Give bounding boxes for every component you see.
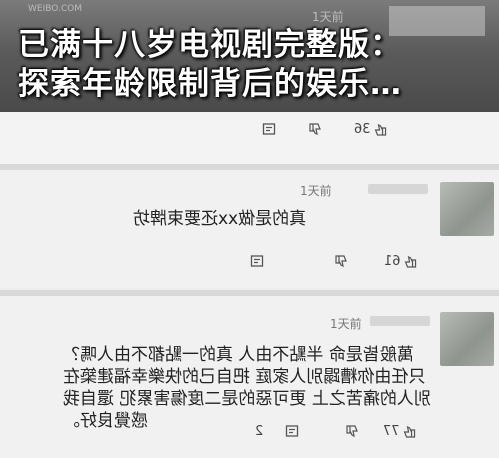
reply-button[interactable] (285, 424, 299, 438)
reply-icon (285, 424, 299, 438)
comment-text: 真的是做xx还要束牌坊 (133, 209, 307, 229)
username[interactable] (368, 184, 428, 194)
comment-actions: 2 77 (255, 424, 445, 444)
dislike-button[interactable] (345, 424, 359, 438)
list-item: 1天前 真的是做xx还要束牌坊 61 (0, 170, 499, 288)
reply-icon (250, 254, 264, 268)
comment-action-bar: 36 (0, 112, 499, 164)
page-title: 已满十八岁电视剧完整版： 探索年龄限制背后的娱乐… (18, 26, 488, 104)
thumbs-down-icon (345, 424, 359, 438)
headline-line-1: 已满十八岁电视剧完整版： (18, 27, 402, 63)
reply-count-button[interactable]: 2 (255, 424, 263, 439)
username[interactable] (370, 316, 430, 326)
comment-actions: 36 (262, 122, 452, 142)
like-button[interactable]: 77 (383, 424, 417, 439)
comment-actions: 61 (250, 254, 440, 274)
like-count: 77 (383, 424, 400, 439)
headline-line-2: 探索年龄限制背后的娱乐… (18, 66, 402, 102)
thumbs-down-icon (308, 122, 322, 136)
like-button[interactable]: 36 (354, 122, 388, 137)
like-count: 36 (354, 122, 371, 137)
reply-button[interactable] (250, 254, 264, 268)
watermark: WEIBO.COM (28, 4, 82, 14)
comment-time: 1天前 (312, 10, 344, 24)
avatar[interactable] (440, 182, 494, 236)
comment-time: 1天前 (300, 184, 332, 198)
thumbs-up-icon (403, 425, 417, 439)
thumbs-down-icon (334, 254, 348, 268)
like-button[interactable]: 61 (384, 254, 418, 269)
thumbs-up-icon (374, 123, 388, 137)
dislike-button[interactable] (308, 122, 322, 136)
reply-count: 2 (255, 424, 264, 439)
comment-time: 1天前 (330, 317, 362, 331)
comment-screen: WEIBO.COM 1天前 已满十八岁电视剧完整版： 探索年龄限制背后的娱乐… (0, 0, 499, 458)
avatar[interactable] (440, 312, 494, 366)
reply-icon (262, 122, 276, 136)
thumbs-up-icon (404, 255, 418, 269)
dislike-button[interactable] (334, 254, 348, 268)
reply-button[interactable] (262, 122, 276, 136)
headline-banner: WEIBO.COM 1天前 已满十八岁电视剧完整版： 探索年龄限制背后的娱乐… (0, 0, 499, 112)
list-item: 1天前 萬般皆是命 半點不由人 真的一點都不由人嗎？ 只任由你糟蹋別人家庭 把自… (0, 296, 499, 458)
like-count: 61 (384, 254, 401, 269)
comment-text: 萬般皆是命 半點不由人 真的一點都不由人嗎？ 只任由你糟蹋別人家庭 把自己的快樂… (63, 345, 431, 431)
